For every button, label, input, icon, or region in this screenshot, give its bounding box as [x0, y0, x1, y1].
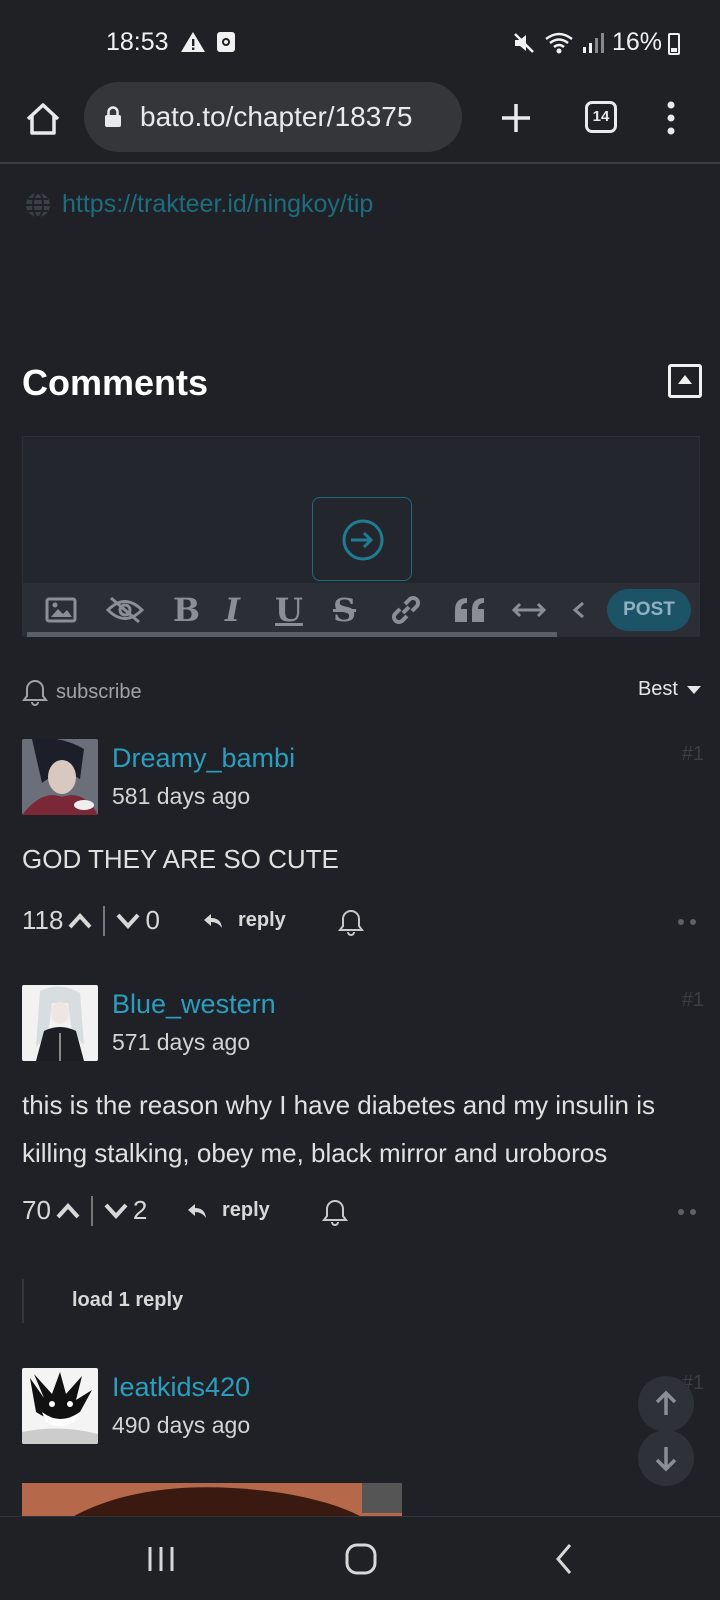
- comment-item: Blue_western 571 days ago #1 this is the…: [0, 985, 720, 1325]
- comment-bell-icon[interactable]: [338, 907, 364, 937]
- quote-icon[interactable]: [453, 593, 487, 627]
- caret-down-icon: [687, 685, 701, 694]
- downvote-icon[interactable]: [115, 912, 141, 930]
- lock-icon: [105, 106, 121, 127]
- comment-number[interactable]: #1: [682, 989, 704, 1012]
- reply-button[interactable]: reply: [186, 1199, 270, 1222]
- toolbar-scrollbar[interactable]: [27, 632, 557, 637]
- more-options-icon[interactable]: [678, 919, 696, 925]
- avatar[interactable]: [22, 739, 98, 815]
- link-icon[interactable]: [389, 593, 423, 627]
- tip-link[interactable]: https://trakteer.id/ningkoy/tip: [62, 190, 373, 219]
- comment-username[interactable]: Dreamy_bambi: [112, 743, 295, 774]
- mute-icon: [514, 32, 534, 53]
- comment-bell-icon[interactable]: [322, 1197, 348, 1227]
- arrow-down-icon: [655, 1447, 677, 1472]
- vote-controls: 70 2: [22, 1195, 147, 1226]
- downvote-icon[interactable]: [103, 1202, 129, 1220]
- signal-icon: [582, 32, 604, 53]
- browser-toolbar: bato.to/chapter/18375 14: [0, 80, 720, 164]
- warning-icon: [181, 32, 205, 52]
- avatar[interactable]: [22, 985, 98, 1061]
- screenshot-icon: [217, 32, 235, 52]
- recent-apps-icon[interactable]: [146, 1541, 176, 1577]
- scroll-down-button[interactable]: [638, 1430, 694, 1486]
- tip-link-row[interactable]: https://trakteer.id/ningkoy/tip: [24, 190, 373, 219]
- upvote-icon[interactable]: [67, 912, 93, 930]
- downvote-count: 0: [145, 905, 160, 935]
- comment-number[interactable]: #1: [682, 743, 704, 766]
- url-text: bato.to/chapter/18375: [140, 101, 413, 132]
- comment-username[interactable]: Blue_western: [112, 989, 276, 1020]
- editor-toolbar: B I U S POST: [23, 583, 699, 637]
- comment-actions: 70 2 reply: [22, 1195, 702, 1235]
- comment-text: GOD THEY ARE SO CUTE: [22, 844, 339, 874]
- wifi-icon: [545, 32, 573, 53]
- page-content: https://trakteer.id/ningkoy/tip Comments…: [0, 166, 720, 1516]
- address-bar[interactable]: bato.to/chapter/18375: [84, 82, 462, 152]
- comment-time: 581 days ago: [112, 783, 251, 809]
- login-button[interactable]: [312, 497, 412, 581]
- load-replies-button[interactable]: load 1 reply: [22, 1279, 322, 1323]
- spoiler-icon[interactable]: [105, 593, 145, 627]
- horizontal-rule-icon[interactable]: [511, 593, 547, 627]
- comment-text: this is the reason why I have diabetes a…: [22, 1090, 656, 1168]
- status-time: 18:53: [106, 28, 169, 56]
- back-nav-icon[interactable]: [552, 1541, 576, 1577]
- downvote-count: 2: [132, 1195, 148, 1225]
- comment-editor[interactable]: B I U S POST: [22, 436, 700, 637]
- comment-item: Dreamy_bambi 581 days ago #1 GOD THEY AR…: [0, 739, 720, 939]
- comment-image[interactable]: [22, 1483, 402, 1516]
- bold-icon[interactable]: B: [173, 591, 200, 629]
- post-button[interactable]: POST: [607, 589, 691, 631]
- system-nav-bar: [0, 1516, 720, 1600]
- reply-icon: [188, 1203, 206, 1218]
- tab-switcher-button[interactable]: 14: [585, 101, 617, 133]
- underline-icon[interactable]: U: [275, 591, 303, 629]
- home-nav-icon[interactable]: [344, 1541, 378, 1577]
- subscribe-toggle[interactable]: subscribe: [22, 678, 142, 706]
- reply-button[interactable]: reply: [202, 909, 286, 932]
- upvote-count: 70: [22, 1195, 51, 1225]
- vote-controls: 118 0: [22, 905, 160, 936]
- bell-icon: [22, 679, 48, 706]
- comments-title: Comments: [22, 362, 209, 403]
- comment-time: 571 days ago: [112, 1029, 251, 1055]
- reply-icon: [204, 913, 222, 928]
- battery-icon: [668, 33, 680, 55]
- avatar[interactable]: [22, 1368, 98, 1444]
- more-options-icon[interactable]: [678, 1209, 696, 1215]
- arrow-up-icon: [655, 1390, 677, 1415]
- sort-dropdown[interactable]: Best: [638, 678, 702, 701]
- strikethrough-icon[interactable]: S: [333, 591, 356, 629]
- collapse-icon[interactable]: [668, 364, 702, 398]
- new-tab-icon[interactable]: [498, 100, 534, 136]
- italic-icon[interactable]: I: [225, 591, 240, 629]
- battery-level: 16%: [611, 28, 662, 56]
- image-icon[interactable]: [45, 593, 77, 627]
- upvote-count: 118: [22, 905, 64, 935]
- comment-actions: 118 0 reply: [22, 905, 702, 945]
- home-icon[interactable]: [24, 100, 62, 138]
- globe-icon: [26, 191, 50, 218]
- login-icon: [342, 519, 384, 561]
- code-icon[interactable]: [571, 593, 585, 627]
- upvote-icon[interactable]: [55, 1202, 81, 1220]
- sort-label: Best: [637, 678, 678, 700]
- status-bar: 18:53 16%: [0, 0, 720, 80]
- more-vert-icon[interactable]: [666, 100, 676, 136]
- scroll-up-button[interactable]: [638, 1376, 694, 1432]
- comment-time: 490 days ago: [112, 1412, 251, 1438]
- subscribe-label: subscribe: [56, 680, 142, 703]
- comment-username[interactable]: Ieatkids420: [112, 1372, 250, 1403]
